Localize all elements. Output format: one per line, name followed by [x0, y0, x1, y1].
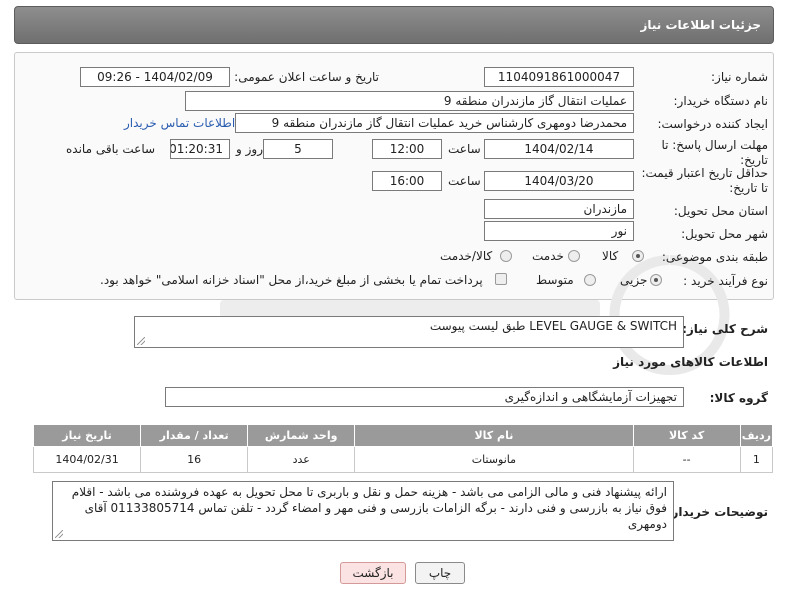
city-label: شهر محل تحویل: — [681, 227, 768, 241]
buyer-notes-text: ارائه پیشنهاد فنی و مالی الزامی می باشد … — [71, 485, 667, 531]
price-validity-date-field: 1404/03/20 — [484, 171, 634, 191]
cell-code: -- — [632, 446, 741, 473]
reply-time-label: ساعت — [448, 142, 481, 156]
days-label: روز و — [236, 142, 263, 156]
need-description-text: LEVEL GAUGE & SWITCH طبق لیست پیوست — [429, 319, 677, 333]
back-button[interactable]: بازگشت — [340, 562, 406, 584]
creator-label: ایجاد کننده درخواست: — [657, 117, 768, 131]
process-medium-radio[interactable] — [584, 274, 596, 286]
announce-label: تاریخ و ساعت اعلان عمومی: — [234, 70, 379, 84]
province-field: مازندران — [484, 199, 634, 219]
resize-grip[interactable] — [137, 337, 145, 345]
treasury-payment-note: پرداخت تمام یا بخشی از مبلغ خرید،از محل … — [100, 273, 483, 287]
buyer-org-field: عملیات انتقال گاز مازندران منطقه 9 — [185, 91, 634, 111]
category-goods-service-radio[interactable] — [500, 250, 512, 262]
page-header: جزئیات اطلاعات نیاز — [14, 6, 774, 44]
resize-grip[interactable] — [55, 530, 63, 538]
treasury-payment-checkbox[interactable] — [495, 273, 507, 285]
goods-group-label: گروه کالا: — [709, 391, 768, 405]
buyer-org-label: نام دستگاه خریدار: — [673, 94, 769, 108]
price-validity-time-field: 16:00 — [372, 171, 442, 191]
buyer-notes-label: توضیحات خریدار: — [666, 505, 768, 519]
items-table: ردیف کد کالا نام کالا واحد شمارش تعداد /… — [32, 424, 774, 473]
province-label: استان محل تحویل: — [673, 204, 768, 218]
col-unit-header: واحد شمارش — [247, 424, 356, 447]
category-goods-service-label: کالا/خدمت — [440, 249, 493, 263]
category-label: طبقه بندی موضوعی: — [661, 250, 768, 264]
cell-name: مانوستات — [354, 446, 634, 473]
col-date-header: تاریخ نیاز — [32, 424, 142, 447]
announce-datetime-field: 1404/02/09 - 09:26 — [80, 67, 230, 87]
price-validity-label: حداقل تاریخ اعتبار قیمت: تا تاریخ: — [641, 166, 768, 195]
page-title: جزئیات اطلاعات نیاز — [640, 18, 761, 32]
process-minor-label: جزیی — [620, 273, 648, 287]
goods-info-title: اطلاعات کالاهای مورد نیاز — [613, 355, 768, 369]
table-header-row: ردیف کد کالا نام کالا واحد شمارش تعداد /… — [32, 424, 774, 447]
buyer-contact-link[interactable]: اطلاعات تماس خریدار — [124, 116, 235, 130]
need-number-label: شماره نیاز: — [711, 70, 768, 84]
print-button[interactable]: چاپ — [415, 562, 465, 584]
table-row[interactable]: 1 -- مانوستات عدد 16 1404/02/31 — [32, 446, 774, 473]
days-field: 5 — [263, 139, 333, 159]
category-service-label: خدمت — [532, 249, 564, 263]
cell-unit: عدد — [247, 446, 356, 473]
col-row-header: ردیف — [739, 424, 774, 447]
buyer-notes-field: ارائه پیشنهاد فنی و مالی الزامی می باشد … — [52, 481, 674, 541]
process-medium-label: متوسط — [536, 273, 574, 287]
city-field: نور — [484, 221, 634, 241]
need-description-field: LEVEL GAUGE & SWITCH طبق لیست پیوست — [134, 316, 684, 348]
category-goods-label: کالا — [602, 249, 619, 263]
cell-qty: 16 — [140, 446, 249, 473]
cell-date: 1404/02/31 — [32, 446, 142, 473]
process-label: نوع فرآیند خرید : — [683, 274, 768, 288]
goods-group-field: تجهیزات آزمایشگاهی و اندازه‌گیری — [165, 387, 684, 407]
col-qty-header: تعداد / مقدار — [140, 424, 249, 447]
reply-time-field: 12:00 — [372, 139, 442, 159]
need-number-field: 1104091861000047 — [484, 67, 634, 87]
price-time-label: ساعت — [448, 174, 481, 188]
reply-deadline-label: مهلت ارسال پاسخ: تا تاریخ: — [661, 138, 768, 167]
category-goods-radio[interactable] — [632, 250, 644, 262]
cell-row: 1 — [739, 446, 774, 473]
col-name-header: نام کالا — [354, 424, 634, 447]
need-description-label: شرح کلی نیاز: — [682, 322, 768, 336]
reply-date-field: 1404/02/14 — [484, 139, 634, 159]
creator-field: محمدرضا دومهری کارشناس خرید عملیات انتقا… — [235, 113, 634, 133]
col-code-header: کد کالا — [632, 424, 741, 447]
remaining-time-label: ساعت باقی مانده — [66, 142, 156, 156]
category-service-radio[interactable] — [568, 250, 580, 262]
process-minor-radio[interactable] — [650, 274, 662, 286]
remaining-time-field: 01:20:31 — [170, 139, 230, 159]
